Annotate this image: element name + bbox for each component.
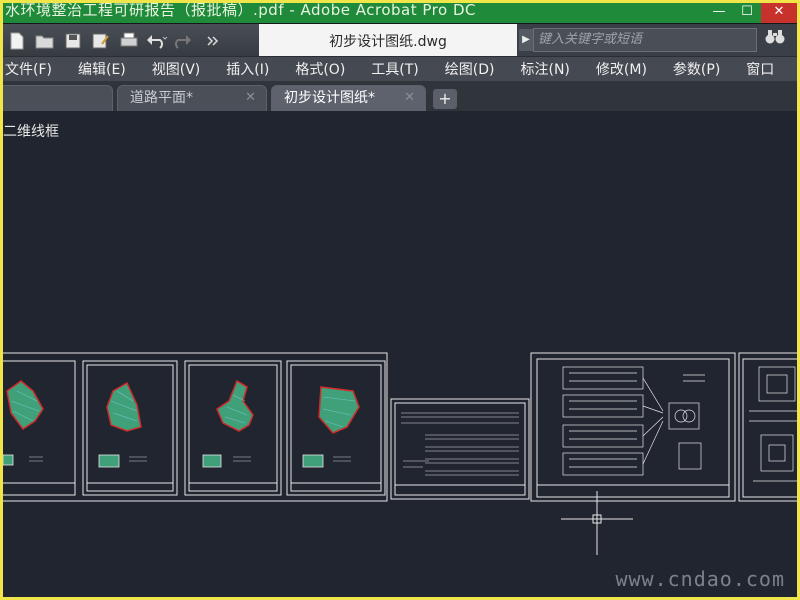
file-tab-bar: 道路平面* ✕ 初步设计图纸* ✕ + <box>3 81 797 111</box>
redo-icon[interactable] <box>173 29 197 53</box>
menu-dimension[interactable]: 标注(N) <box>521 59 570 79</box>
menu-parameter[interactable]: 参数(P) <box>673 59 720 79</box>
drawing-sheets <box>3 352 797 502</box>
menu-modify[interactable]: 修改(M) <box>596 59 647 79</box>
window-controls: — ☐ ✕ <box>705 3 797 23</box>
menu-draw[interactable]: 绘图(D) <box>445 59 495 79</box>
minimize-button[interactable]: — <box>705 3 733 23</box>
tab-previous[interactable] <box>3 85 113 111</box>
menu-bar: 文件(F) 编辑(E) 视图(V) 插入(I) 格式(O) 工具(T) 绘图(D… <box>3 56 797 81</box>
open-folder-icon[interactable] <box>33 29 57 53</box>
close-icon[interactable]: ✕ <box>245 86 256 110</box>
new-file-icon[interactable] <box>5 29 29 53</box>
undo-icon[interactable] <box>145 29 169 53</box>
save-icon[interactable] <box>61 29 85 53</box>
new-tab-button[interactable]: + <box>433 89 457 109</box>
search-input[interactable]: 键入关键字或短语 <box>533 28 757 52</box>
maximize-button[interactable]: ☐ <box>733 3 761 23</box>
crosshair-cursor-icon <box>561 491 633 555</box>
save-as-icon[interactable] <box>89 29 113 53</box>
binoculars-icon[interactable] <box>761 28 789 52</box>
drawing-canvas[interactable]: 二维线框 www.cndao.com <box>3 111 797 597</box>
window-title: 水环境整治工程可研报告（报批稿）.pdf - Adobe Acrobat Pro… <box>5 3 476 19</box>
tab-label: 初步设计图纸* <box>284 90 375 106</box>
menu-view[interactable]: 视图(V) <box>152 59 201 79</box>
more-icon[interactable] <box>201 29 225 53</box>
app-window: 水环境整治工程可研报告（报批稿）.pdf - Adobe Acrobat Pro… <box>3 3 797 597</box>
view-style-label[interactable]: 二维线框 <box>3 121 59 141</box>
close-icon[interactable]: ✕ <box>404 86 415 110</box>
menu-window[interactable]: 窗口 <box>746 59 774 79</box>
print-icon[interactable] <box>117 29 141 53</box>
close-button[interactable]: ✕ <box>761 3 797 23</box>
menu-format[interactable]: 格式(O) <box>295 59 345 79</box>
menu-edit[interactable]: 编辑(E) <box>78 59 126 79</box>
watermark: www.cndao.com <box>615 567 785 591</box>
tab-preliminary-design[interactable]: 初步设计图纸* ✕ <box>271 85 426 111</box>
menu-tools[interactable]: 工具(T) <box>371 59 418 79</box>
search-expand-icon[interactable]: ▶ <box>519 29 533 51</box>
quick-access-icons <box>3 24 259 57</box>
tab-label: 道路平面* <box>130 90 193 106</box>
tab-road-plan[interactable]: 道路平面* ✕ <box>117 85 267 111</box>
menu-insert[interactable]: 插入(I) <box>226 59 269 79</box>
title-bar: 水环境整治工程可研报告（报批稿）.pdf - Adobe Acrobat Pro… <box>3 3 797 23</box>
quick-access-toolbar: 初步设计图纸.dwg ▶ 键入关键字或短语 <box>3 23 797 57</box>
menu-file[interactable]: 文件(F) <box>5 59 52 79</box>
document-title: 初步设计图纸.dwg <box>259 24 517 57</box>
